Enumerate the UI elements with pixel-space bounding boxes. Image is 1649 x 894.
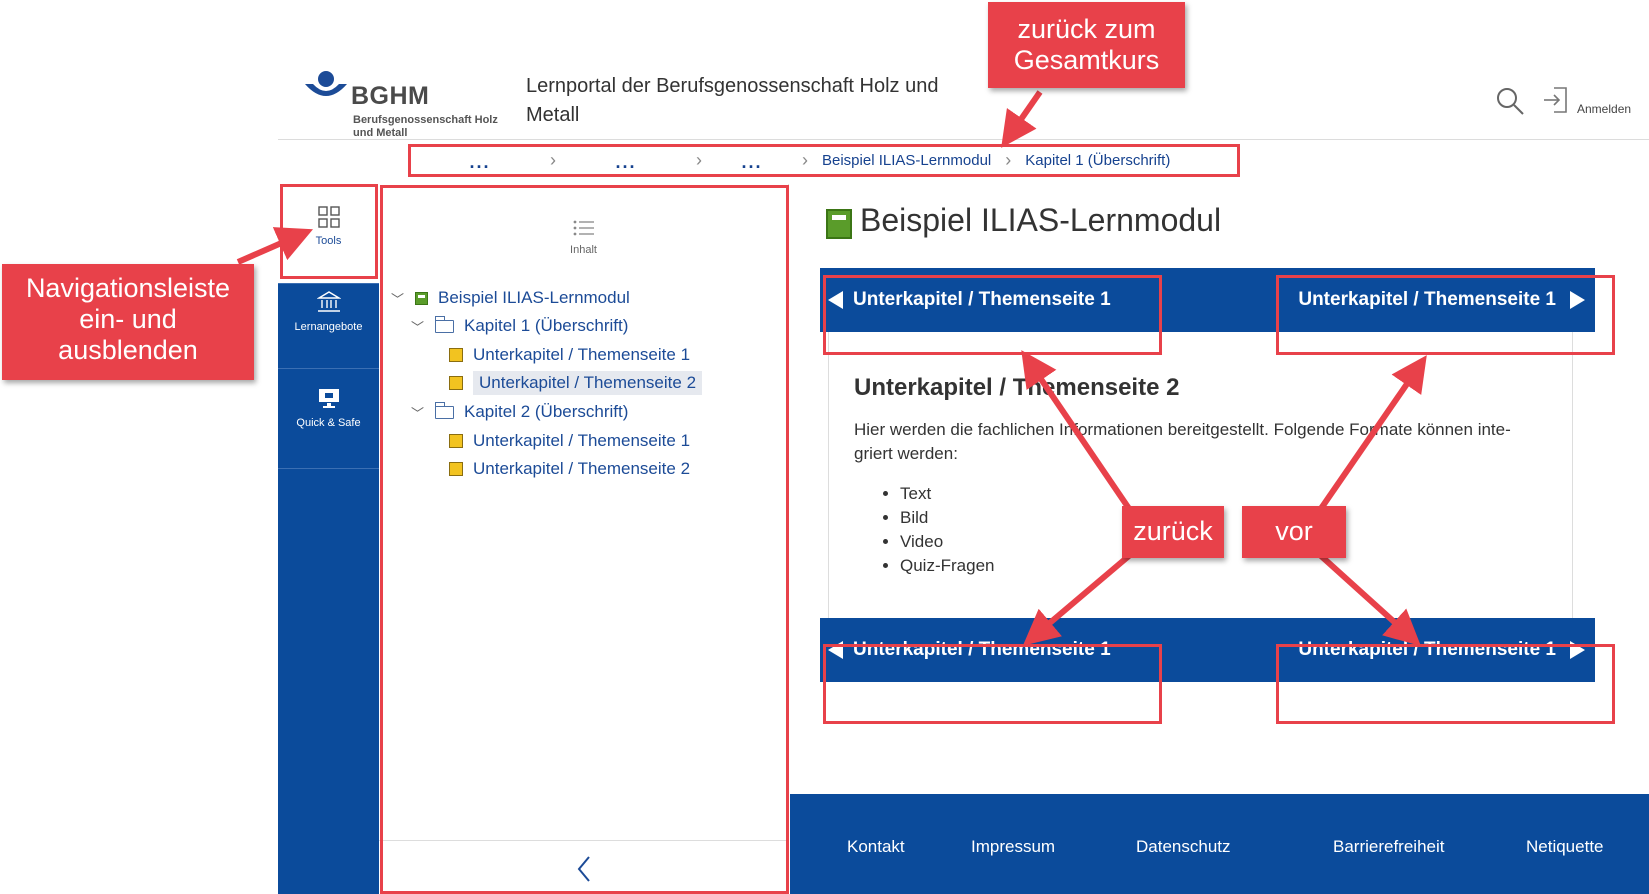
- page-icon: [449, 376, 463, 390]
- chevron-down-icon[interactable]: ﹀: [411, 317, 427, 336]
- footer-link-datenschutz[interactable]: Datenschutz: [1136, 837, 1231, 857]
- slate-title: Inhalt: [570, 244, 597, 256]
- content-slate: Inhalt ﹀ Beispiel ILIAS-Lernmodul ﹀ Kapi…: [379, 184, 789, 894]
- chevron-down-icon[interactable]: ﹀: [391, 289, 407, 308]
- module-icon: [826, 209, 852, 239]
- search-icon[interactable]: [1495, 86, 1525, 121]
- folder-icon: [434, 315, 454, 333]
- list-item: Text: [900, 482, 994, 506]
- tree-item-chapter[interactable]: ﹀ Kapitel 1 (Überschrift): [411, 312, 628, 340]
- tree-item-label: Unterkapitel / Themenseite 2: [473, 459, 691, 478]
- page-header: BGHM Berufsgenossenschaft Holz und Metal…: [278, 62, 1649, 140]
- triangle-right-icon: [1570, 641, 1585, 659]
- main-bar: Tools Lernangebote Quick & Safe: [278, 184, 379, 894]
- slate-header[interactable]: Inhalt: [379, 219, 788, 256]
- chevron-left-icon: [577, 856, 590, 882]
- page-icon: [449, 348, 463, 362]
- list-item: Quiz-Fragen: [900, 554, 994, 578]
- main-content: Beispiel ILIAS-Lernmodul Unterkapitel / …: [790, 184, 1649, 804]
- module-icon: [415, 291, 428, 305]
- next-page-label: Unterkapitel / Themenseite 1: [1298, 639, 1556, 660]
- tree-item-chapter[interactable]: ﹀ Kapitel 2 (Überschrift): [411, 398, 628, 426]
- page-icon: [449, 462, 463, 476]
- footer-link-impressum[interactable]: Impressum: [971, 837, 1055, 857]
- page-heading: Unterkapitel / Themenseite 2: [854, 374, 1180, 401]
- breadcrumb-collapsed-item[interactable]: ...: [702, 148, 802, 173]
- tree-item-page[interactable]: Unterkapitel / Themenseite 1: [449, 341, 690, 369]
- bghm-logo-mark-icon: [305, 71, 347, 96]
- mainbar-item-label: Tools: [315, 235, 342, 247]
- callout-back: zurück: [1122, 506, 1224, 558]
- folder-icon: [434, 401, 454, 419]
- format-list: Text Bild Video Quiz-Fragen: [900, 482, 994, 578]
- next-page-button[interactable]: Unterkapitel / Themenseite 1: [1298, 618, 1585, 682]
- tree-item-page[interactable]: Unterkapitel / Themenseite 2: [449, 455, 690, 483]
- page-card: Unterkapitel / Themenseite 2 Hier werden…: [828, 332, 1573, 618]
- monitor-icon: [318, 389, 339, 408]
- mainbar-item-label: Quick & Safe: [296, 417, 361, 429]
- next-page-button[interactable]: Unterkapitel / Themenseite 1: [1298, 268, 1585, 332]
- tree-item-label: Kapitel 1 (Überschrift): [464, 316, 629, 335]
- tree-item-page[interactable]: Unterkapitel / Themenseite 1: [449, 427, 690, 455]
- breadcrumb-item-module[interactable]: Beispiel ILIAS-Lernmodul: [808, 152, 1005, 169]
- tree-item-page-selected[interactable]: Unterkapitel / Themenseite 2: [449, 369, 703, 397]
- login-icon[interactable]: [1542, 86, 1568, 119]
- login-label[interactable]: Anmelden: [1577, 102, 1631, 116]
- list-icon: [573, 220, 594, 236]
- institution-icon: [316, 291, 341, 312]
- grid-icon: [317, 206, 340, 228]
- bghm-logo[interactable]: BGHM Berufsgenossenschaft Holz und Metal…: [303, 70, 498, 139]
- mainbar-item-quick-safe[interactable]: Quick & Safe: [278, 369, 379, 469]
- prev-page-label: Unterkapitel / Themenseite 1: [853, 289, 1111, 310]
- tree-item-module[interactable]: ﹀ Beispiel ILIAS-Lernmodul: [391, 284, 630, 312]
- callout-back-to-course: zurück zum Gesamtkurs: [988, 2, 1185, 88]
- list-item: Video: [900, 530, 994, 554]
- tree-item-label: Beispiel ILIAS-Lernmodul: [438, 288, 630, 307]
- mainbar-item-label: Lernangebote: [294, 321, 363, 333]
- tree-item-label: Unterkapitel / Themenseite 1: [473, 345, 691, 364]
- tree-item-label: Unterkapitel / Themenseite 2: [473, 371, 703, 395]
- footer-link-netiquette[interactable]: Netiquette: [1526, 837, 1604, 857]
- page-icon: [449, 434, 463, 448]
- page-nav-bottom: Unterkapitel / Themenseite 1 Unterkapite…: [820, 618, 1595, 682]
- logo-subtitle: Berufsgenossenschaft Holz und Metall: [353, 114, 498, 139]
- page-text: Hier werden die fachlichen Informationen…: [854, 420, 1511, 463]
- breadcrumb-item-chapter[interactable]: Kapitel 1 (Überschrift): [1011, 152, 1184, 169]
- list-item: Bild: [900, 506, 994, 530]
- footer-link-barrierefreiheit[interactable]: Barrierefreiheit: [1333, 837, 1445, 857]
- page-nav-top: Unterkapitel / Themenseite 1 Unterkapite…: [820, 268, 1595, 332]
- slate-collapse-button[interactable]: [379, 840, 788, 894]
- triangle-right-icon: [1570, 291, 1585, 309]
- footer-link-kontakt[interactable]: Kontakt: [847, 837, 905, 857]
- triangle-left-icon: [828, 641, 843, 659]
- prev-page-button[interactable]: Unterkapitel / Themenseite 1: [828, 618, 1111, 682]
- tree-item-label: Kapitel 2 (Überschrift): [464, 402, 629, 421]
- next-page-label: Unterkapitel / Themenseite 1: [1298, 289, 1556, 310]
- prev-page-button[interactable]: Unterkapitel / Themenseite 1: [828, 268, 1111, 332]
- page-title: Beispiel ILIAS-Lernmodul: [860, 202, 1222, 238]
- callout-toggle-navigation: Navigationsleiste ein- und ausblenden: [2, 264, 254, 380]
- page-footer: Kontakt Impressum Datenschutz Barrierefr…: [790, 794, 1649, 894]
- callout-forward: vor: [1242, 506, 1346, 558]
- breadcrumb-collapsed-item[interactable]: ...: [556, 148, 696, 173]
- breadcrumb: ... › ... › ... › Beispiel ILIAS-Lernmod…: [410, 143, 1238, 177]
- breadcrumb-collapsed-item[interactable]: ...: [410, 148, 550, 173]
- mainbar-item-lernangebote[interactable]: Lernangebote: [278, 269, 379, 369]
- prev-page-label: Unterkapitel / Themenseite 1: [853, 639, 1111, 660]
- tree-item-label: Unterkapitel / Themenseite 1: [473, 431, 691, 450]
- triangle-left-icon: [828, 291, 843, 309]
- chevron-down-icon[interactable]: ﹀: [411, 403, 427, 422]
- portal-title: Lernportal der Berufsgenossenschaft Holz…: [526, 75, 939, 126]
- logo-abbreviation: BGHM: [351, 82, 430, 110]
